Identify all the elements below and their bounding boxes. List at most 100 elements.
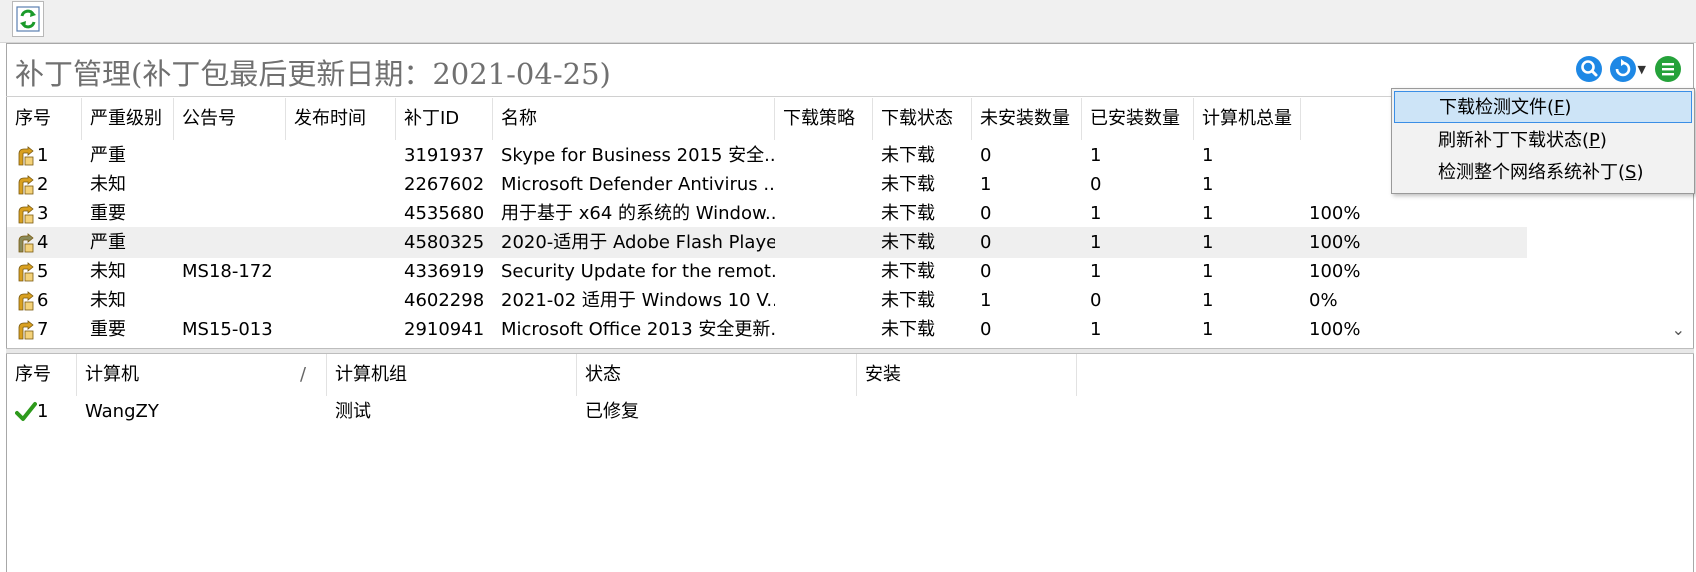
cell-date [286, 256, 396, 287]
page-title: 补丁管理(补丁包最后更新日期：2021-04-25) [15, 57, 611, 91]
cell-no: 7 [37, 319, 49, 340]
col-header-not-installed[interactable]: 未安装数量 [972, 98, 1082, 140]
cell-id: 2267602 [404, 174, 485, 195]
cell-not-installed: 0 [980, 145, 992, 166]
col-header-installed[interactable]: 已安装数量 [1082, 98, 1194, 140]
cell-pct: 0% [1309, 290, 1338, 311]
col-header-bulletin[interactable]: 公告号 [174, 98, 286, 140]
cell-total: 1 [1202, 232, 1214, 253]
cell-total: 1 [1202, 174, 1214, 195]
cell-name: Skype for Business 2015 安全... [501, 145, 775, 166]
refresh-dropdown-icon[interactable] [1609, 55, 1637, 83]
col-header-severity[interactable]: 严重级别 [82, 98, 174, 140]
col-header-status[interactable]: 下载状态 [873, 98, 972, 140]
col-header-group[interactable]: 计算机组 [327, 354, 577, 396]
refresh-button[interactable] [12, 1, 44, 37]
cell-name: Microsoft Defender Antivirus ... [501, 174, 775, 195]
col-header-date[interactable]: 发布时间 [286, 98, 396, 140]
cell-bulletin [174, 169, 286, 200]
cell-total: 1 [1202, 145, 1214, 166]
cell-severity: 严重 [90, 232, 126, 253]
cell-no: 4 [37, 232, 49, 253]
col-header-no[interactable]: 序号 [7, 354, 77, 396]
cell-status: 已修复 [585, 401, 639, 422]
cell-date [286, 285, 396, 316]
cell-policy [775, 198, 873, 229]
cell-not-installed: 0 [980, 232, 992, 253]
cell-pct: 100% [1309, 203, 1361, 224]
cell-id: 4602298 [404, 290, 485, 311]
cell-installed: 0 [1090, 290, 1102, 311]
cell-total: 1 [1202, 319, 1214, 340]
cell-total: 1 [1202, 203, 1214, 224]
menu-icon[interactable] [1654, 55, 1682, 83]
col-header-patch-id[interactable]: 补丁ID [396, 98, 493, 140]
search-icon[interactable] [1575, 55, 1603, 83]
cell-pct: 100% [1309, 261, 1361, 282]
table-row[interactable]: 4 严重 4580325 2020-适用于 Adobe Flash Playe... 未… [7, 227, 1527, 258]
table-row[interactable]: 7 重要 MS15-013 2910941 Microsoft Office 2013 … [7, 314, 1527, 345]
cell-severity: 重要 [90, 203, 126, 224]
cell-installed: 1 [1090, 232, 1102, 253]
cell-name: 用于基于 x64 的系统的 Window... [501, 203, 775, 224]
table-row[interactable]: 2 未知 2267602 Microsoft Defender Antivirus .… [7, 169, 1527, 200]
cell-install [857, 396, 1077, 427]
cell-severity: 重要 [90, 319, 126, 340]
cell-no: 6 [37, 290, 49, 311]
computer-table-header: 序号 计算机 / 计算机组 状态 安装 [7, 354, 1693, 396]
col-header-computer[interactable]: 计算机 [77, 354, 327, 396]
refresh-icon [16, 6, 40, 32]
cell-date [286, 140, 396, 171]
chevron-down-icon[interactable]: ▼ [1638, 63, 1646, 76]
cell-not-installed: 1 [980, 174, 992, 195]
col-header-policy[interactable]: 下载策略 [775, 98, 873, 140]
cell-name: 2021-02 适用于 Windows 10 V... [501, 290, 775, 311]
cell-date [286, 314, 396, 345]
cell-installed: 1 [1090, 203, 1102, 224]
col-header-status[interactable]: 状态 [577, 354, 857, 396]
col-header-name[interactable]: 名称 [493, 98, 775, 140]
cell-status: 未下载 [881, 232, 935, 253]
menu-item-download-detection-file[interactable]: 下载检测文件(F) [1394, 91, 1692, 123]
col-header-total[interactable]: 计算机总量 [1194, 98, 1301, 140]
cell-bulletin [174, 198, 286, 229]
cell-installed: 0 [1090, 174, 1102, 195]
cell-policy [775, 285, 873, 316]
table-row[interactable]: 5 未知 MS18-172 4336919 Security Update for th… [7, 256, 1527, 287]
cell-policy [775, 169, 873, 200]
cell-severity: 严重 [90, 145, 126, 166]
cell-date [286, 227, 396, 258]
table-row[interactable]: 6 未知 4602298 2021-02 适用于 Windows 10 V... 未下载… [7, 285, 1527, 316]
table-row[interactable]: 3 重要 4535680 用于基于 x64 的系统的 Window... 未下载 0 1 1 1… [7, 198, 1527, 229]
cell-status: 未下载 [881, 174, 935, 195]
cell-id: 4580325 [404, 232, 485, 253]
col-header-no[interactable]: 序号 [7, 98, 82, 140]
cell-name: Security Update for the remot... [501, 261, 775, 282]
menu-item-scan-network-patches[interactable]: 检测整个网络系统补丁(S) [1394, 157, 1692, 189]
cell-no: 5 [37, 261, 49, 282]
computer-status-table: 序号 计算机 / 计算机组 状态 安装 1 WangZY 测试 已修复 [7, 354, 1693, 572]
cell-not-installed: 0 [980, 261, 992, 282]
cell-severity: 未知 [90, 261, 126, 282]
cell-no: 3 [37, 203, 49, 224]
title-icon-group: ▼ [1575, 54, 1682, 84]
dropdown-context-menu: 下载检测文件(F) 刷新补丁下载状态(P) 检测整个网络系统补丁(S) [1391, 88, 1695, 194]
cell-name: 2020-适用于 Adobe Flash Playe... [501, 232, 775, 253]
cell-status: 未下载 [881, 319, 935, 340]
cell-installed: 1 [1090, 145, 1102, 166]
col-header-install[interactable]: 安装 [857, 354, 1077, 396]
cell-id: 4535680 [404, 203, 485, 224]
cell-bulletin [174, 285, 286, 316]
cell-status: 未下载 [881, 290, 935, 311]
sort-indicator-icon: / [300, 364, 307, 385]
table-row[interactable]: 1 严重 3191937 Skype for Business 2015 安全... 未… [7, 140, 1527, 171]
cell-installed: 1 [1090, 261, 1102, 282]
cell-policy [775, 314, 873, 345]
menu-item-refresh-download-status[interactable]: 刷新补丁下载状态(P) [1394, 125, 1692, 157]
cell-computer: WangZY [85, 401, 159, 422]
cell-name: Microsoft Office 2013 安全更新... [501, 319, 775, 340]
cell-id: 4336919 [404, 261, 485, 282]
table-row[interactable]: 1 WangZY 测试 已修复 [7, 396, 1077, 427]
scroll-down-icon[interactable]: ⌄ [1672, 320, 1685, 339]
cell-policy [775, 140, 873, 171]
